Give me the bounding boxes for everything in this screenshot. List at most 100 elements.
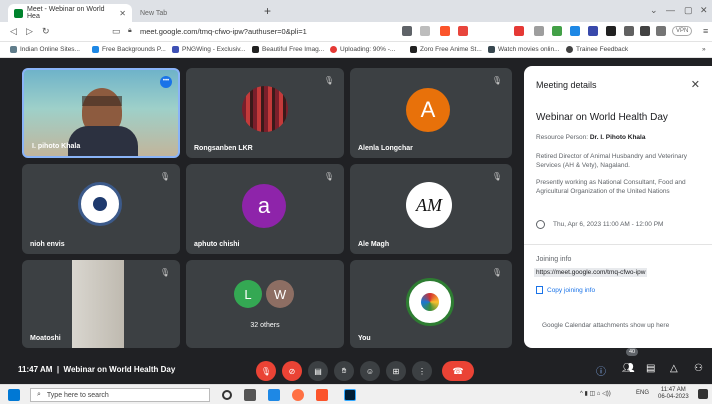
new-tab-plus-icon[interactable]: + <box>264 4 271 18</box>
chat-icon[interactable]: ▤ <box>646 363 655 374</box>
people-icon[interactable]: 👥︎ <box>622 363 635 374</box>
host-controls-icon[interactable]: ⚇ <box>694 363 703 374</box>
puzzle-icon[interactable] <box>606 26 616 36</box>
app-icon[interactable] <box>268 389 280 401</box>
others-tile[interactable]: L W 32 others <box>186 260 344 348</box>
seal-logo <box>406 278 454 326</box>
minimize-icon[interactable]: — <box>666 5 675 15</box>
close-icon[interactable]: ✕ <box>119 9 126 18</box>
notification-icon[interactable] <box>698 389 708 399</box>
photoshop-icon[interactable] <box>344 389 356 401</box>
brave-icon[interactable] <box>316 389 328 401</box>
window-close-icon[interactable]: ✕ <box>700 5 708 16</box>
raise-hand-button[interactable]: ✋︎ <box>334 361 354 381</box>
bookmark-item[interactable]: Watch movies onlin... <box>488 46 560 53</box>
participant-name: Rongsanben LKR <box>194 145 253 152</box>
bookmark-item[interactable]: Uploading: 90% -... <box>330 46 395 53</box>
camera-icon[interactable] <box>402 26 412 36</box>
address-bar: ◁ ▷ ↻ ▭ 🔒︎ meet.google.com/tmq-cfwo-ipw?… <box>0 22 712 42</box>
extension-icon[interactable] <box>552 26 562 36</box>
mic-off-icon: 🎙︎ <box>159 172 170 181</box>
download-icon[interactable] <box>624 26 634 36</box>
participant-tile[interactable]: 🎙︎ Moatoshi <box>22 260 180 348</box>
zoro-icon <box>410 46 417 53</box>
clock-icon <box>536 220 545 229</box>
resource-person: Resource Person: Dr. I. Pihoto Khala <box>536 134 646 141</box>
system-clock[interactable]: 11:47 AM 06-04-2023 <box>658 387 689 401</box>
extension-icon[interactable] <box>570 26 580 36</box>
copy-joining-info-button[interactable]: Copy joining info <box>536 286 595 294</box>
present-button[interactable]: ⊞ <box>386 361 406 381</box>
reload-icon[interactable]: ↻ <box>42 26 50 37</box>
mic-toggle-button[interactable]: 🎙︎ <box>256 361 276 381</box>
event-datetime: Thu, Apr 6, 2023 11:00 AM - 12:00 PM <box>536 220 663 229</box>
mic-off-icon: 🎙︎ <box>323 172 334 181</box>
bookmark-item[interactable]: Trainee Feedback <box>566 46 628 53</box>
bookmark-page-icon[interactable]: ▭ <box>112 26 121 37</box>
language-indicator[interactable]: ENG <box>636 390 649 396</box>
bookmark-item[interactable]: Free Backgrounds P... <box>92 46 166 53</box>
menu-icon[interactable]: ≡ <box>703 26 708 36</box>
more-options-icon[interactable]: ••• <box>160 76 172 88</box>
participant-tile[interactable]: 🎙︎ Rongsanben LKR <box>186 68 344 158</box>
tab-meet[interactable]: Meet - Webinar on World Hea ✕ <box>8 4 132 22</box>
star-icon <box>92 46 99 53</box>
more-options-button[interactable]: ⋮ <box>412 361 432 381</box>
bookmark-item[interactable]: PNGWing - Exclusiv... <box>172 46 245 53</box>
meeting-link[interactable]: https://meet.google.com/tmq-cfwo-ipw <box>534 268 648 277</box>
camera-toggle-button[interactable]: ⊘ <box>282 361 302 381</box>
self-tile[interactable]: 🎙︎ You <box>350 260 512 348</box>
mic-off-icon: 🎙︎ <box>159 268 170 277</box>
back-icon[interactable]: ◁ <box>10 26 17 37</box>
avatar: A <box>406 88 450 132</box>
tray-icons[interactable]: ^ ▮ ◫ ⌂ ◁)) <box>580 390 611 397</box>
leave-call-button[interactable]: ☎︎ <box>442 361 474 381</box>
close-icon[interactable]: ✕ <box>691 78 700 91</box>
participant-count-badge: 40 <box>626 348 639 356</box>
maximize-icon[interactable]: ▢ <box>684 5 693 16</box>
task-view-icon[interactable] <box>244 389 256 401</box>
extension-icon[interactable] <box>588 26 598 36</box>
extension-icon[interactable] <box>534 26 544 36</box>
description: Retired Director of Animal Husbandry and… <box>536 153 688 169</box>
participant-tile[interactable]: 🎙︎ AM Ale Magh <box>350 164 512 254</box>
participant-name: aphuto chishi <box>194 241 240 248</box>
bookmark-item[interactable]: Zoro Free Anime St... <box>410 46 482 53</box>
cortana-icon[interactable] <box>222 390 232 400</box>
wallet-icon[interactable] <box>656 26 666 36</box>
brave-shield-icon[interactable] <box>440 26 450 36</box>
more-bookmarks-icon[interactable]: » <box>702 46 706 53</box>
participant-tile[interactable]: 🎙︎ a aphuto chishi <box>186 164 344 254</box>
participant-name: Ale Magh <box>358 241 390 248</box>
participant-tile[interactable]: 🎙︎ A Alenla Longchar <box>350 68 512 158</box>
participant-tile-speaker[interactable]: ••• I. pihoto Khala <box>22 68 180 158</box>
search-icon: ⌕ <box>37 391 41 398</box>
share-icon[interactable] <box>420 26 430 36</box>
tab-new[interactable]: New Tab <box>134 4 260 22</box>
bookmark-item[interactable]: Beautiful Free Imag... <box>252 46 324 53</box>
lock-icon[interactable]: 🔒︎ <box>128 27 132 35</box>
tab-title: New Tab <box>140 9 168 17</box>
windows-start-icon[interactable] <box>8 389 20 401</box>
info-icon[interactable]: ⓘ <box>596 363 606 378</box>
bookmark-item[interactable]: Indian Online Sites... <box>10 46 80 53</box>
url-field[interactable]: meet.google.com/tmq-cfwo-ipw?authuser=0&… <box>140 27 307 36</box>
vpn-button[interactable]: VPN <box>672 26 693 36</box>
forward-icon[interactable]: ▷ <box>26 26 33 37</box>
folder-icon <box>10 46 17 53</box>
brave-rewards-icon[interactable] <box>458 26 468 36</box>
activities-icon[interactable]: △ <box>670 363 678 374</box>
extension-icon[interactable] <box>514 26 524 36</box>
participant-name: Alenla Longchar <box>358 145 413 152</box>
reactions-button[interactable]: ☺ <box>360 361 380 381</box>
participant-name: Moatoshi <box>30 335 61 342</box>
event-title: Webinar on World Health Day <box>536 112 668 123</box>
description: Presently working as National Consultant… <box>536 179 686 195</box>
participant-video <box>72 260 124 348</box>
sidebar-icon[interactable] <box>640 26 650 36</box>
taskbar-search-input[interactable]: ⌕ Type here to search <box>30 388 210 402</box>
chevron-down-icon[interactable]: ⌄ <box>650 5 658 16</box>
chrome-icon[interactable] <box>292 389 304 401</box>
participant-tile[interactable]: 🎙︎ nioh envis <box>22 164 180 254</box>
captions-button[interactable]: ▤ <box>308 361 328 381</box>
